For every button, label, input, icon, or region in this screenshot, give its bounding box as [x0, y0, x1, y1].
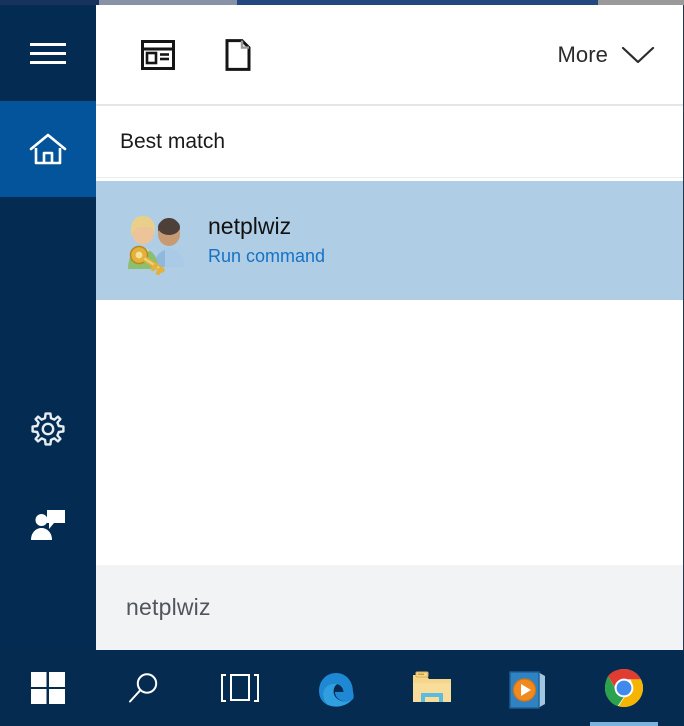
taskbar-item-file-explorer[interactable]	[384, 650, 480, 726]
chevron-down-icon	[621, 45, 655, 65]
results-empty-area	[96, 300, 683, 565]
taskbar	[0, 650, 684, 726]
command-bar: More	[96, 5, 683, 106]
filter-apps-button[interactable]	[126, 23, 190, 87]
windows-search-screen: More Best match netplwiz Run command net…	[0, 0, 684, 726]
feedback-person-icon	[28, 507, 68, 543]
gear-icon	[29, 410, 67, 448]
taskbar-item-task-view[interactable]	[192, 650, 288, 726]
taskbar-active-indicator	[590, 722, 658, 726]
task-view-icon	[218, 672, 262, 704]
search-result-text: netplwiz Run command	[208, 212, 325, 269]
sidebar-item-settings[interactable]	[0, 381, 96, 477]
hamburger-icon	[30, 42, 66, 64]
windows-logo-icon	[30, 670, 66, 706]
taskbar-item-edge[interactable]	[288, 650, 384, 726]
sidebar-item-feedback[interactable]	[0, 477, 96, 573]
more-button[interactable]: More	[557, 42, 655, 68]
taskbar-item-start[interactable]	[0, 650, 96, 726]
sidebar-item-home[interactable]	[0, 101, 96, 197]
search-input[interactable]: netplwiz	[96, 565, 683, 650]
search-pane: More Best match netplwiz Run command net…	[96, 5, 684, 650]
search-result-item[interactable]: netplwiz Run command	[96, 181, 683, 300]
section-heading-label: Best match	[120, 129, 226, 153]
filter-documents-button[interactable]	[206, 23, 270, 87]
start-menu-rail	[0, 5, 96, 650]
more-label: More	[557, 41, 608, 67]
user-accounts-key-icon	[122, 207, 190, 275]
sidebar-item-hamburger[interactable]	[0, 5, 96, 101]
chrome-browser-icon	[603, 667, 645, 709]
edge-browser-icon	[314, 666, 358, 710]
document-page-icon	[225, 38, 251, 71]
best-match-header: Best match	[96, 106, 683, 178]
search-magnifier-icon	[126, 670, 162, 706]
taskbar-item-media-player[interactable]	[480, 650, 576, 726]
taskbar-item-chrome[interactable]	[576, 650, 672, 726]
folder-icon	[410, 669, 454, 707]
apps-window-icon	[141, 39, 175, 70]
search-result-subtitle: Run command	[208, 246, 326, 266]
home-icon	[27, 130, 69, 168]
taskbar-item-search[interactable]	[96, 650, 192, 726]
media-player-icon	[507, 667, 549, 709]
search-input-value: netplwiz	[126, 594, 211, 620]
search-result-title: netplwiz	[208, 213, 292, 239]
